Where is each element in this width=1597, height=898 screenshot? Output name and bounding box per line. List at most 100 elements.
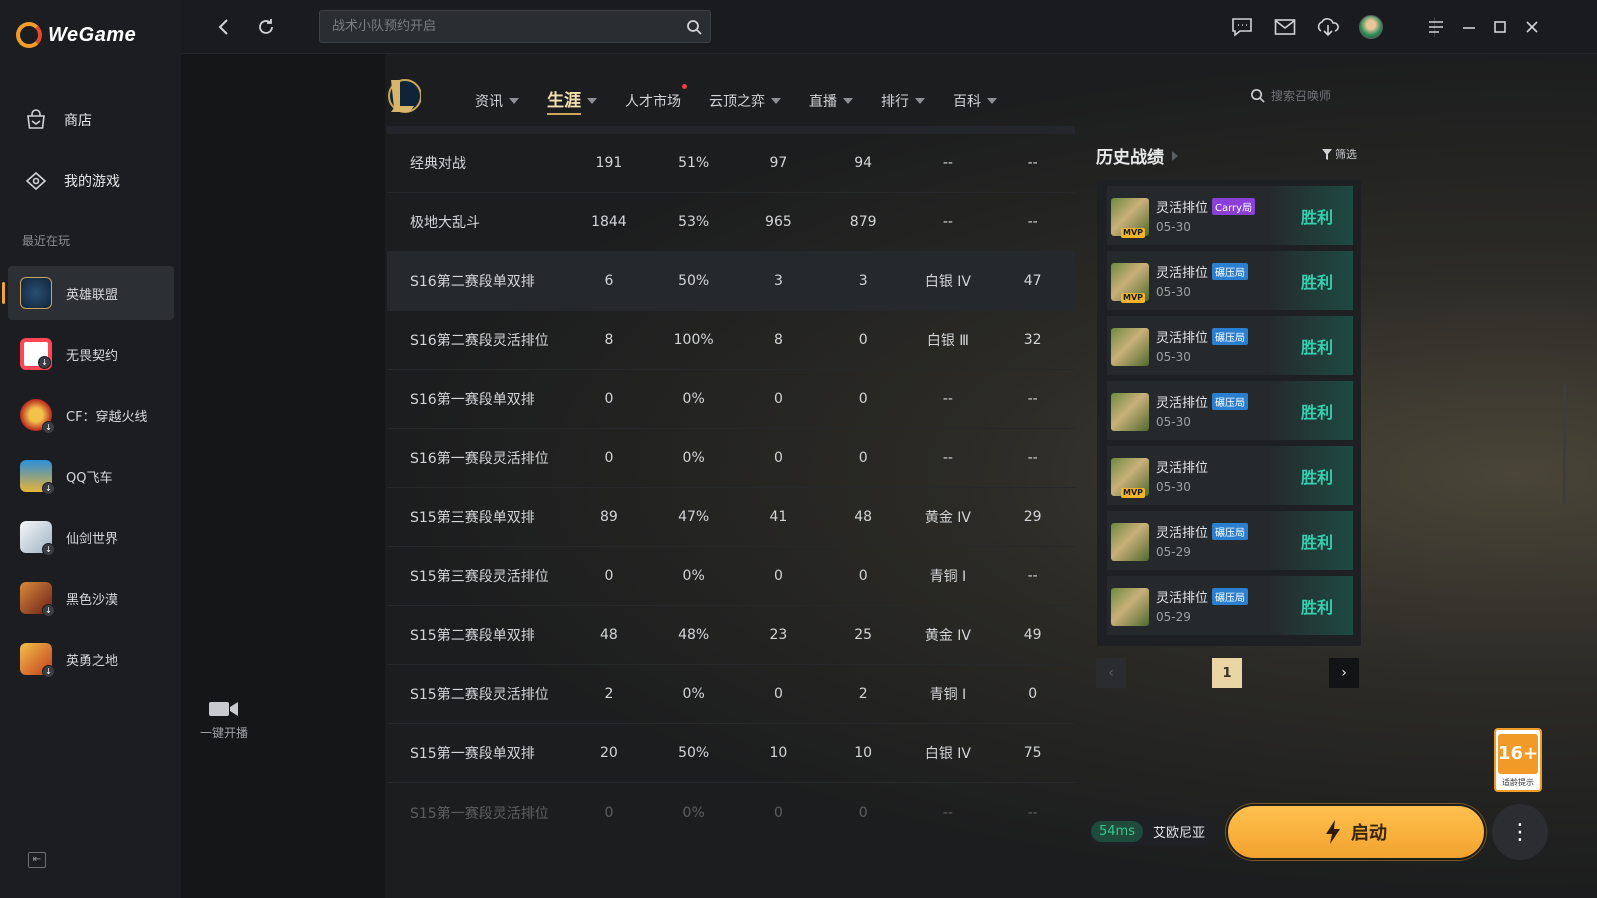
maximize-icon — [1494, 21, 1506, 33]
tab-tft[interactable]: 云顶之弈 — [709, 86, 781, 115]
back-button[interactable] — [211, 15, 235, 39]
prev-page-button[interactable]: ‹ — [1096, 658, 1126, 688]
match-mode: 灵活排位 碾压局 — [1156, 522, 1249, 541]
game-item-cf[interactable]: ↓ CF：穿越火线 — [8, 388, 174, 442]
sidebar-item-my-games[interactable]: 我的游戏 — [0, 156, 181, 206]
match-card[interactable]: 灵活排位 碾压局 05-30 胜利 — [1107, 316, 1353, 375]
download-badge-icon: ↓ — [42, 421, 55, 434]
queue-name-cell: S15第一赛段灵活排位 — [410, 805, 549, 822]
chevron-left-icon — [218, 19, 228, 35]
table-row[interactable]: S16第一赛段单双排 0 0% 0 0 -- -- — [387, 370, 1075, 429]
match-card[interactable]: MVP 灵活排位 05-30 胜利 — [1107, 446, 1353, 505]
filter-button[interactable]: 筛选 — [1322, 146, 1357, 162]
match-date: 05-30 — [1156, 415, 1191, 429]
match-tag: 碾压局 — [1212, 588, 1249, 605]
search-icon[interactable] — [686, 19, 702, 35]
next-page-button[interactable]: › — [1329, 658, 1359, 688]
tab-news[interactable]: 资讯 — [475, 86, 519, 115]
game-item-black-desert[interactable]: ↓ 黑色沙漠 — [8, 571, 174, 625]
match-card[interactable]: MVP 灵活排位 碾压局 05-30 胜利 — [1107, 251, 1353, 310]
page-number[interactable]: 1 — [1212, 658, 1242, 688]
refresh-icon — [259, 19, 273, 34]
table-row[interactable]: S16第二赛段单双排 6 50% 3 3 白银 IV 47 — [387, 252, 1075, 311]
table-row[interactable]: S15第二赛段单双排 48 48% 23 25 黄金 IV 49 — [387, 606, 1075, 665]
scrollbar[interactable] — [1563, 384, 1566, 504]
stat-cell: 白银 IV — [924, 274, 971, 290]
table-row[interactable]: S16第二赛段灵活排位 8 100% 8 0 白银 Ⅲ 32 — [387, 311, 1075, 370]
game-item-heroes-land[interactable]: ↓ 英勇之地 — [8, 632, 174, 686]
game-item-valorant[interactable]: ↓ 无畏契约 — [8, 327, 174, 381]
match-tag: 碾压局 — [1212, 263, 1249, 280]
minimize-button[interactable] — [1457, 15, 1481, 39]
game-item-lol[interactable]: 英雄联盟 — [2, 266, 174, 320]
download-badge-icon: ↓ — [42, 665, 55, 678]
launch-button[interactable]: 启动 — [1226, 804, 1486, 860]
stat-cell: 191 — [595, 155, 623, 171]
one-click-stream-button[interactable]: 一键开播 — [194, 700, 254, 741]
stat-cell: 25 — [854, 627, 873, 643]
match-result: 胜利 — [1269, 511, 1353, 570]
mail-button[interactable] — [1273, 15, 1297, 39]
stat-cell: 0% — [682, 450, 705, 466]
download-badge-icon: ↓ — [38, 356, 51, 369]
table-row[interactable]: 极地大乱斗 1844 53% 965 879 -- -- — [387, 193, 1075, 252]
maximize-button[interactable] — [1488, 15, 1512, 39]
match-card[interactable]: 灵活排位 碾压局 05-30 胜利 — [1107, 381, 1353, 440]
queue-name-cell: S15第二赛段灵活排位 — [410, 687, 549, 703]
sidebar-item-shop[interactable]: 商店 — [0, 95, 181, 145]
user-avatar[interactable] — [1359, 15, 1383, 39]
sidebar-item-label: 商店 — [64, 113, 92, 129]
table-row[interactable]: S16第一赛段灵活排位 0 0% 0 0 -- -- — [387, 429, 1075, 488]
close-button[interactable] — [1520, 15, 1544, 39]
stat-cell: 0 — [773, 568, 783, 584]
stat-cell: 1844 — [591, 214, 627, 230]
game-item-xianjian[interactable]: ↓ 仙剑世界 — [8, 510, 174, 564]
table-row[interactable]: S15第三赛段灵活排位 0 0% 0 0 青铜 Ⅰ -- — [387, 547, 1075, 606]
stat-cell: 32 — [1023, 332, 1042, 348]
tab-ranking[interactable]: 排行 — [881, 86, 925, 115]
table-row[interactable]: S15第二赛段灵活排位 2 0% 0 2 青铜 Ⅰ 0 — [387, 665, 1075, 724]
queue-name-cell: S15第三赛段单双排 — [410, 510, 535, 526]
refresh-button[interactable] — [254, 15, 278, 39]
table-row[interactable]: S15第一赛段灵活排位 0 0% 0 0 -- -- — [387, 783, 1075, 842]
match-card[interactable]: 灵活排位 碾压局 05-29 胜利 — [1107, 576, 1353, 635]
tab-wiki[interactable]: 百科 — [953, 86, 997, 115]
server-selector[interactable]: 54ms 艾欧尼亚 — [1087, 817, 1215, 846]
stat-cell: 0 — [858, 568, 868, 584]
caret-down-icon — [771, 97, 781, 104]
history-title[interactable]: 历史战绩 — [1096, 143, 1178, 168]
tab-live[interactable]: 直播 — [809, 86, 853, 115]
stat-cell: 青铜 Ⅰ — [929, 569, 967, 585]
collapse-sidebar-button[interactable]: ⇤ — [28, 852, 46, 868]
caret-down-icon — [987, 97, 997, 104]
stat-cell: -- — [942, 391, 953, 407]
stat-cell: 青铜 Ⅰ — [929, 687, 967, 703]
queue-name-cell: S15第一赛段单双排 — [410, 746, 535, 762]
match-card[interactable]: MVP 灵活排位 Carry局 05-30 胜利 — [1107, 186, 1353, 245]
stat-cell: 94 — [854, 155, 873, 171]
stat-cell: 0% — [682, 391, 705, 407]
launch-label: 启动 — [1351, 823, 1387, 844]
menu-button[interactable] — [1424, 15, 1448, 39]
chat-button[interactable] — [1230, 15, 1254, 39]
match-card[interactable]: 灵活排位 碾压局 05-29 胜利 — [1107, 511, 1353, 570]
caret-down-icon — [587, 97, 597, 104]
more-options-button[interactable]: ⋮ — [1492, 804, 1548, 860]
match-date: 05-29 — [1156, 545, 1191, 559]
match-result: 胜利 — [1269, 381, 1353, 440]
wegame-logo[interactable]: WeGame — [16, 22, 136, 48]
table-row[interactable]: S15第一赛段单双排 20 50% 10 10 白银 IV 75 — [387, 724, 1075, 783]
search-input[interactable] — [320, 11, 670, 42]
download-manager-button[interactable] — [1316, 15, 1340, 39]
game-item-qq-speed[interactable]: ↓ QQ飞车 — [8, 449, 174, 503]
table-row[interactable]: 经典对战 191 51% 97 94 -- -- — [387, 134, 1075, 193]
summoner-search[interactable]: 搜索召唤师 — [1250, 87, 1331, 104]
lol-logo[interactable] — [385, 76, 422, 116]
tab-career[interactable]: 生涯 — [547, 86, 597, 115]
game-item-label: 无畏契约 — [66, 348, 119, 364]
stat-cell: 0 — [773, 450, 783, 466]
tab-talent-market[interactable]: 人才市场 — [625, 84, 687, 115]
table-row[interactable]: S15第三赛段单双排 89 47% 41 48 黄金 IV 29 — [387, 488, 1075, 547]
mvp-badge: MVP — [1121, 488, 1146, 498]
game-item-label: 英勇之地 — [66, 653, 119, 669]
